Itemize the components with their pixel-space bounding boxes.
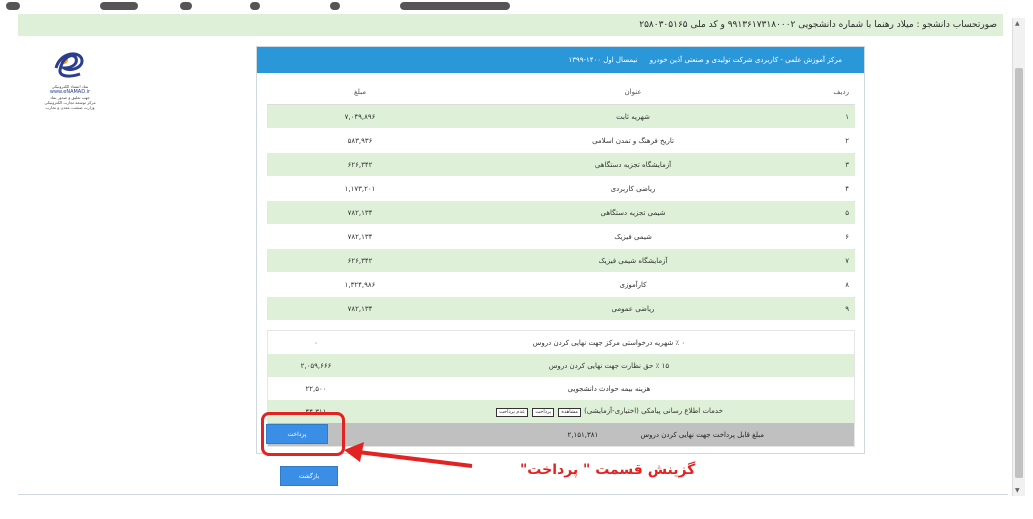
toolbar-fragment: [400, 2, 510, 10]
summary-row-sms: خدمات اطلاع رسانی پیامکی (اختیاری-آزمایش…: [267, 400, 855, 423]
col-num-header: ردیف: [813, 80, 855, 105]
col-title-header: عنوان: [453, 80, 813, 105]
enamad-logo-icon: [54, 52, 84, 78]
total-value: ۲,۱۵۱,۳۸۱: [567, 430, 599, 439]
toolbar-fragment: [6, 2, 20, 10]
row-num: ۴: [813, 176, 855, 201]
invoice-panel: مرکز آموزش علمی - کاربردی شرکت تولیدی و …: [256, 46, 865, 454]
pay-highlight-box: [261, 412, 345, 456]
row-title: کارآموزی: [453, 272, 813, 297]
courses-table: ردیف عنوان مبلغ ۱ شهریه ثابت ۷,۰۴۹,۸۹۶ ۲…: [267, 80, 855, 321]
row-num: ۹: [813, 296, 855, 321]
row-title: شیمی فیزیک: [453, 224, 813, 249]
back-button[interactable]: بازگشت: [280, 466, 338, 486]
row-num: ۱: [813, 104, 855, 129]
toolbar-fragment: [250, 2, 260, 10]
annotation-arrow-icon: [344, 442, 473, 468]
row-num: ۳: [813, 152, 855, 177]
summary-row: ۱۵ ٪ حق نظارت جهت نهایی کردن دروس ۲,۰۵۹,…: [267, 354, 855, 377]
summary-value: ۲۲,۵۰۰: [305, 384, 327, 393]
row-title: تاریخ فرهنگ و تمدن اسلامی: [453, 128, 813, 153]
student-invoice-banner: صورتحساب دانشجو : میلاد رهنما با شماره د…: [18, 14, 1003, 36]
table-row: ۲ تاریخ فرهنگ و تمدن اسلامی ۵۸۳,۹۳۶: [267, 128, 855, 153]
toolbar-fragment: [100, 2, 138, 10]
summary-label: ۱۵ ٪ حق نظارت جهت نهایی کردن دروس: [364, 354, 855, 377]
scroll-up-icon[interactable]: ▲: [1015, 20, 1020, 27]
summary-value: ۰: [314, 338, 318, 347]
row-amount: ۱,۱۷۳,۲۰۱: [267, 176, 453, 201]
scrollbar-thumb[interactable]: [1015, 68, 1023, 478]
summary-table: ۰ ٪ شهریه درخواستی مرکز جهت نهایی کردن د…: [267, 330, 855, 447]
row-title: آزمایشگاه تجزیه دستگاهی: [453, 152, 813, 177]
row-title: ریاضی عمومی: [453, 296, 813, 321]
courses-header-row: ردیف عنوان مبلغ: [267, 80, 855, 105]
table-row: ۶ شیمی فیزیک ۷۸۲,۱۳۴: [267, 224, 855, 249]
toolbar-fragment: [180, 2, 192, 10]
summary-label: هزینه بیمه حوادث دانشجویی: [567, 384, 651, 393]
sms-option-pay[interactable]: پرداخت: [532, 407, 555, 417]
table-row: ۱ شهریه ثابت ۷,۰۴۹,۸۹۶: [267, 104, 855, 129]
scroll-down-icon[interactable]: ▼: [1015, 487, 1020, 494]
table-row: ۵ شیمی تجزیه دستگاهی ۷۸۲,۱۳۴: [267, 200, 855, 225]
term-name: نیمسال اول ۱۴۰۰-۱۳۹۹: [568, 56, 638, 64]
sms-option-no-pay[interactable]: عدم پرداخت: [496, 407, 529, 417]
page-scrollbar[interactable]: ▲ ▼: [1012, 18, 1025, 496]
col-amount-header: مبلغ: [267, 80, 453, 105]
table-row: ۷ آزمایشگاه شیمی فیزیک ۶۲۶,۳۴۲: [267, 248, 855, 273]
row-num: ۲: [813, 128, 855, 153]
row-num: ۶: [813, 224, 855, 249]
annotation-text: گزینش قسمت " پرداخت": [520, 462, 696, 478]
summary-value: ۲,۰۵۹,۶۶۶: [267, 354, 364, 377]
table-row: ۸ کارآموزی ۱,۳۲۴,۹۸۶: [267, 272, 855, 297]
table-row: ۴ ریاضی کاربردی ۱,۱۷۳,۲۰۱: [267, 176, 855, 201]
row-amount: ۵۸۳,۹۳۶: [267, 128, 453, 153]
table-row: ۳ آزمایشگاه تجزیه دستگاهی ۶۲۶,۳۴۲: [267, 152, 855, 177]
row-amount: ۶۲۶,۳۴۲: [267, 152, 453, 177]
row-num: ۷: [813, 248, 855, 273]
row-amount: ۱,۳۲۴,۹۸۶: [267, 272, 453, 297]
bottom-divider: [18, 494, 1008, 495]
row-num: ۸: [813, 272, 855, 297]
center-name: مرکز آموزش علمی - کاربردی شرکت تولیدی و …: [649, 56, 842, 64]
sms-service-cell: خدمات اطلاع رسانی پیامکی (اختیاری-آزمایش…: [364, 400, 855, 423]
table-row: ۹ ریاضی عمومی ۷۸۲,۱۳۴: [267, 296, 855, 321]
row-title: شیمی تجزیه دستگاهی: [453, 200, 813, 225]
summary-row: ۰ ٪ شهریه درخواستی مرکز جهت نهایی کردن د…: [268, 331, 855, 355]
total-label: مبلغ قابل پرداخت جهت نهایی کردن دروس: [640, 430, 764, 439]
row-amount: ۷۸۲,۱۳۴: [267, 224, 453, 249]
row-num: ۵: [813, 200, 855, 225]
sms-service-label: خدمات اطلاع رسانی پیامکی (اختیاری-آزمایش…: [584, 406, 723, 415]
panel-header: مرکز آموزش علمی - کاربردی شرکت تولیدی و …: [257, 47, 864, 73]
row-title: ریاضی کاربردی: [453, 176, 813, 201]
top-strip: [0, 0, 1005, 14]
row-amount: ۷۸۲,۱۳۴: [267, 200, 453, 225]
toolbar-fragment: [330, 2, 340, 10]
row-amount: ۶۲۶,۳۴۲: [267, 248, 453, 273]
summary-row: هزینه بیمه حوادث دانشجویی ۲۲,۵۰۰: [268, 377, 855, 400]
enamad-label-bottom: وزارت صنعت، معدن و تجارت: [45, 105, 95, 110]
row-title: شهریه ثابت: [453, 104, 813, 129]
row-amount: ۷۸۲,۱۳۴: [267, 296, 453, 321]
row-title: آزمایشگاه شیمی فیزیک: [453, 248, 813, 273]
summary-label: ۰ ٪ شهریه درخواستی مرکز جهت نهایی کردن د…: [532, 338, 686, 347]
row-amount: ۷,۰۴۹,۸۹۶: [267, 104, 453, 129]
sms-option-view[interactable]: مشاهده: [558, 407, 581, 417]
enamad-badge[interactable]: نماد اعتماد الکترونیکی www.eNAMAD.ir جهت…: [42, 46, 98, 132]
